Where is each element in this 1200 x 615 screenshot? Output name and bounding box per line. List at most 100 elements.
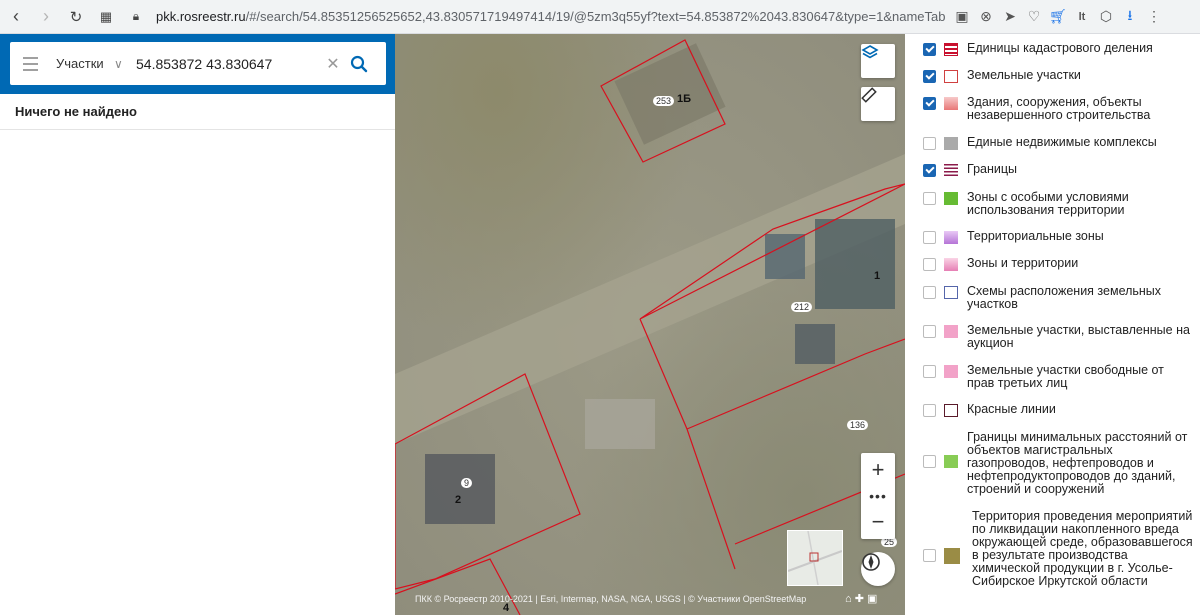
search-icon[interactable] [344,49,374,79]
search-type-select[interactable]: Участки [56,56,114,71]
layer-checkbox[interactable] [923,43,936,56]
layer-label: Единицы кадастрового деления [967,41,1153,55]
menu-dots-icon[interactable]: ⋮ [1142,5,1166,29]
more-icon[interactable]: ••• [861,487,895,505]
layer-swatch-icon [944,258,958,271]
clear-icon[interactable]: ✕ [322,54,344,74]
search-header: Участки ∨ ✕ [0,34,395,94]
layer-label: Земельные участки [967,68,1081,82]
layer-swatch-icon [944,70,958,83]
browser-toolbar: ‹ › ↻ ▦ 🔒︎ pkk.rosreestr.ru/#/search/54.… [0,0,1200,34]
send-icon[interactable]: ➤ [998,5,1022,29]
layer-checkbox[interactable] [923,404,936,417]
layer-checkbox[interactable] [923,164,936,177]
chevron-down-icon[interactable]: ∨ [114,57,136,71]
parcel-label: 2 [455,494,462,506]
layers-icon [861,45,879,59]
layer-label: Единые недвижимые комплексы [967,135,1157,149]
layer-checkbox[interactable] [923,365,936,378]
search-box: Участки ∨ ✕ [10,42,386,85]
layer-item[interactable]: Земельные участки [923,69,1193,83]
compass-icon [862,553,880,571]
parcel-number-badge: 136 [847,420,869,430]
layer-label: Схемы расположения земельных участков [967,284,1162,311]
layer-checkbox[interactable] [923,231,936,244]
layer-swatch-icon [944,365,958,378]
layer-checkbox[interactable] [923,192,936,205]
layer-label: Территория проведения мероприятий по лик… [972,509,1193,588]
camera-icon[interactable]: ▣ [950,5,974,29]
map-overlay [395,39,905,615]
layer-label: Красные линии [967,402,1056,416]
compass-button[interactable] [861,552,895,586]
layer-label: Здания, сооружения, объекты незавершенно… [967,95,1151,122]
ruler-button[interactable] [861,87,895,121]
search-input[interactable] [136,48,322,79]
no-results-message: Ничего не найдено [15,104,137,119]
attribution-icons: ⌂ ✚ ▣ [845,593,878,605]
parcel-label: 1 [874,270,881,282]
layer-swatch-icon [944,97,958,110]
hamburger-menu-icon[interactable] [10,42,50,85]
search-panel: Участки ∨ ✕ ‹ Ничего не найдено [0,34,407,615]
layer-item[interactable]: Зоны и территории [923,257,1193,271]
layer-item[interactable]: Границы [923,163,1193,177]
layer-checkbox[interactable] [923,258,936,271]
layer-item[interactable]: Границы минимальных расстояний от объект… [923,431,1193,496]
layer-checkbox[interactable] [923,549,936,562]
layer-swatch-icon [944,455,958,468]
layer-checkbox[interactable] [923,70,936,83]
download-icon[interactable]: ⭳ [1118,5,1142,29]
zoom-out-button[interactable]: − [861,505,895,539]
layer-label: Границы [967,162,1017,176]
layer-item[interactable]: Единые недвижимые комплексы [923,136,1193,150]
map-view[interactable]: 1Б 253 1 212 136 9 2 4 25 + ••• − ПКК © … [395,34,905,615]
layer-item[interactable]: Красные линии [923,403,1193,417]
layer-checkbox[interactable] [923,325,936,338]
layer-label: Зоны с особыми условиями использования т… [967,190,1129,217]
address-bar[interactable]: pkk.rosreestr.ru/#/search/54.85351256525… [156,9,946,24]
layer-checkbox[interactable] [923,137,936,150]
zoom-in-button[interactable]: + [861,453,895,487]
layer-item[interactable]: Зоны с особыми условиями использования т… [923,191,1193,217]
parcel-number-badge: 212 [791,302,813,312]
layer-item[interactable]: Земельные участки свободные от прав трет… [923,364,1193,390]
heart-icon[interactable]: ♡ [1022,5,1046,29]
ruler-icon [861,87,877,103]
reload-icon[interactable]: ↻ [62,3,90,31]
layer-swatch-icon [944,192,958,205]
layer-checkbox[interactable] [923,286,936,299]
url-path: /#/search/54.85351256525652,43.830571719… [245,9,946,24]
extension-icon[interactable]: lt [1070,5,1094,29]
layer-swatch-icon [944,404,958,417]
zoom-controls: + ••• − [861,453,895,539]
back-icon[interactable]: ‹ [2,3,30,31]
layer-label: Земельные участки свободные от прав трет… [967,363,1164,390]
layer-checkbox[interactable] [923,97,936,110]
layers-button[interactable] [861,44,895,78]
layer-swatch-icon [944,43,958,56]
lock-icon[interactable]: 🔒︎ [122,3,150,31]
layer-label: Зоны и территории [967,256,1079,270]
layer-swatch-icon [944,164,958,177]
block-icon[interactable]: ⊗ [974,5,998,29]
cart-icon[interactable]: 🛒︎ [1046,5,1070,29]
map-attribution: ПКК © Росреестр 2010-2021 | Esri, Interm… [415,594,807,604]
layer-item[interactable]: Здания, сооружения, объекты незавершенно… [923,96,1193,122]
layer-item[interactable]: Схемы расположения земельных участков [923,285,1193,311]
layer-item[interactable]: Территория проведения мероприятий по лик… [923,510,1193,588]
url-host: pkk.rosreestr.ru [156,9,246,24]
layer-swatch-icon [944,231,958,244]
layer-item[interactable]: Единицы кадастрового деления [923,42,1193,56]
layer-label: Земельные участки, выставленные на аукци… [967,323,1190,350]
box-icon[interactable]: ⬡ [1094,5,1118,29]
layers-panel: Единицы кадастрового деления Земельные у… [905,34,1200,615]
layer-swatch-icon [944,548,960,564]
layer-label: Территориальные зоны [967,229,1104,243]
layer-item[interactable]: Территориальные зоны [923,230,1193,244]
layer-item[interactable]: Земельные участки, выставленные на аукци… [923,324,1193,350]
minimap[interactable] [787,530,843,586]
forward-icon[interactable]: › [32,3,60,31]
apps-grid-icon[interactable]: ▦ [92,3,120,31]
layer-checkbox[interactable] [923,455,936,468]
